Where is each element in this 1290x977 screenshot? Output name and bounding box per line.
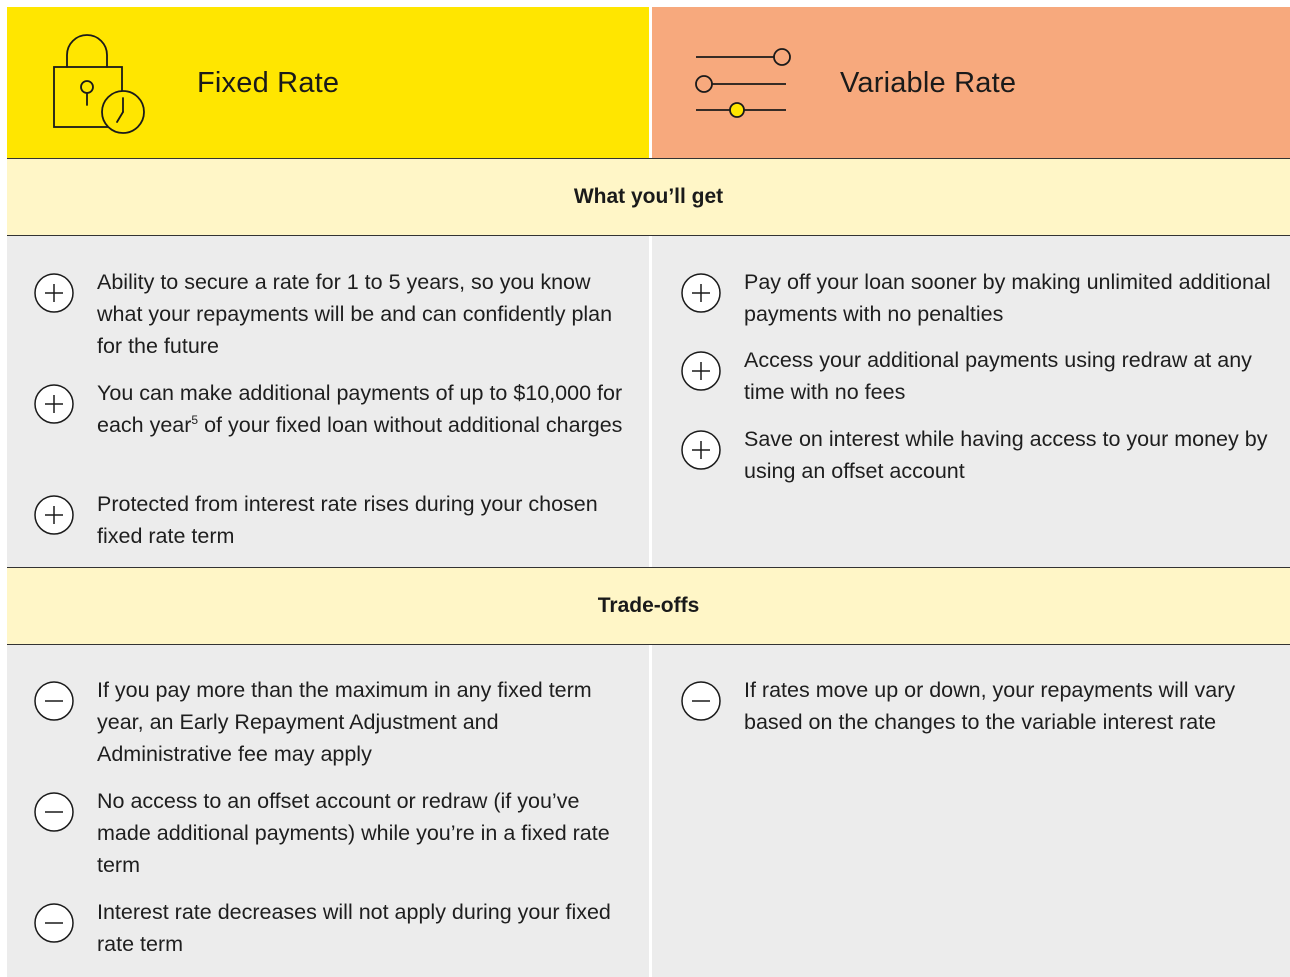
list-item: Pay off your loan sooner by making unlim… [680, 266, 1284, 330]
benefit-text: Access your additional payments using re… [744, 348, 1252, 404]
list-item: You can make additional payments of up t… [33, 377, 627, 441]
minus-circle-icon [681, 681, 721, 721]
trade-offs-section: If you pay more than the maximum in any … [7, 645, 1290, 977]
plus-circle-icon [34, 273, 74, 313]
fixed-trade-offs-column: If you pay more than the maximum in any … [7, 645, 649, 977]
section-heading-what-youll-get: What you’ll get [7, 158, 1290, 236]
list-item: Access your additional payments using re… [680, 344, 1284, 408]
list-item: Ability to secure a rate for 1 to 5 year… [33, 266, 627, 362]
minus-circle-icon [34, 903, 74, 943]
sliders-icon [695, 48, 791, 118]
fixed-rate-title: Fixed Rate [197, 67, 340, 99]
fixed-rate-header: Fixed Rate [7, 7, 649, 158]
section-heading-trade-offs: Trade-offs [7, 567, 1290, 645]
list-item: Save on interest while having access to … [680, 423, 1284, 487]
trade-off-text: If rates move up or down, your repayment… [744, 678, 1236, 734]
list-item: If rates move up or down, your repayment… [680, 674, 1284, 738]
variable-benefits-column: Pay off your loan sooner by making unlim… [649, 236, 1290, 567]
list-item: No access to an offset account or redraw… [33, 785, 627, 881]
variable-trade-offs-column: If rates move up or down, your repayment… [649, 645, 1290, 977]
benefit-text: Pay off your loan sooner by making unlim… [744, 270, 1271, 326]
variable-rate-header: Variable Rate [649, 7, 1290, 158]
trade-off-text: If you pay more than the maximum in any … [97, 678, 592, 766]
list-item: Protected from interest rate rises durin… [33, 488, 627, 552]
plus-circle-icon [681, 351, 721, 391]
trade-off-text: Interest rate decreases will not apply d… [97, 900, 611, 956]
plus-circle-icon [681, 430, 721, 470]
fixed-benefits-column: Ability to secure a rate for 1 to 5 year… [7, 236, 649, 567]
benefit-text: You can make additional payments of up t… [97, 381, 623, 437]
plus-circle-icon [34, 384, 74, 424]
plus-circle-icon [34, 495, 74, 535]
benefit-text: Protected from interest rate rises durin… [97, 492, 598, 548]
minus-circle-icon [34, 681, 74, 721]
minus-circle-icon [34, 792, 74, 832]
rate-comparison-table: Fixed Rate Variable Rate What you’ll get [7, 7, 1290, 977]
plus-circle-icon [681, 273, 721, 313]
trade-off-text: No access to an offset account or redraw… [97, 789, 610, 877]
variable-rate-title: Variable Rate [840, 67, 1017, 99]
padlock-clock-icon [53, 34, 145, 134]
list-item: Interest rate decreases will not apply d… [33, 896, 627, 960]
benefit-text: Ability to secure a rate for 1 to 5 year… [97, 270, 613, 358]
benefit-text: Save on interest while having access to … [744, 427, 1268, 483]
comparison-header: Fixed Rate Variable Rate [7, 7, 1290, 158]
list-item: If you pay more than the maximum in any … [33, 674, 627, 770]
benefits-section: Ability to secure a rate for 1 to 5 year… [7, 236, 1290, 567]
